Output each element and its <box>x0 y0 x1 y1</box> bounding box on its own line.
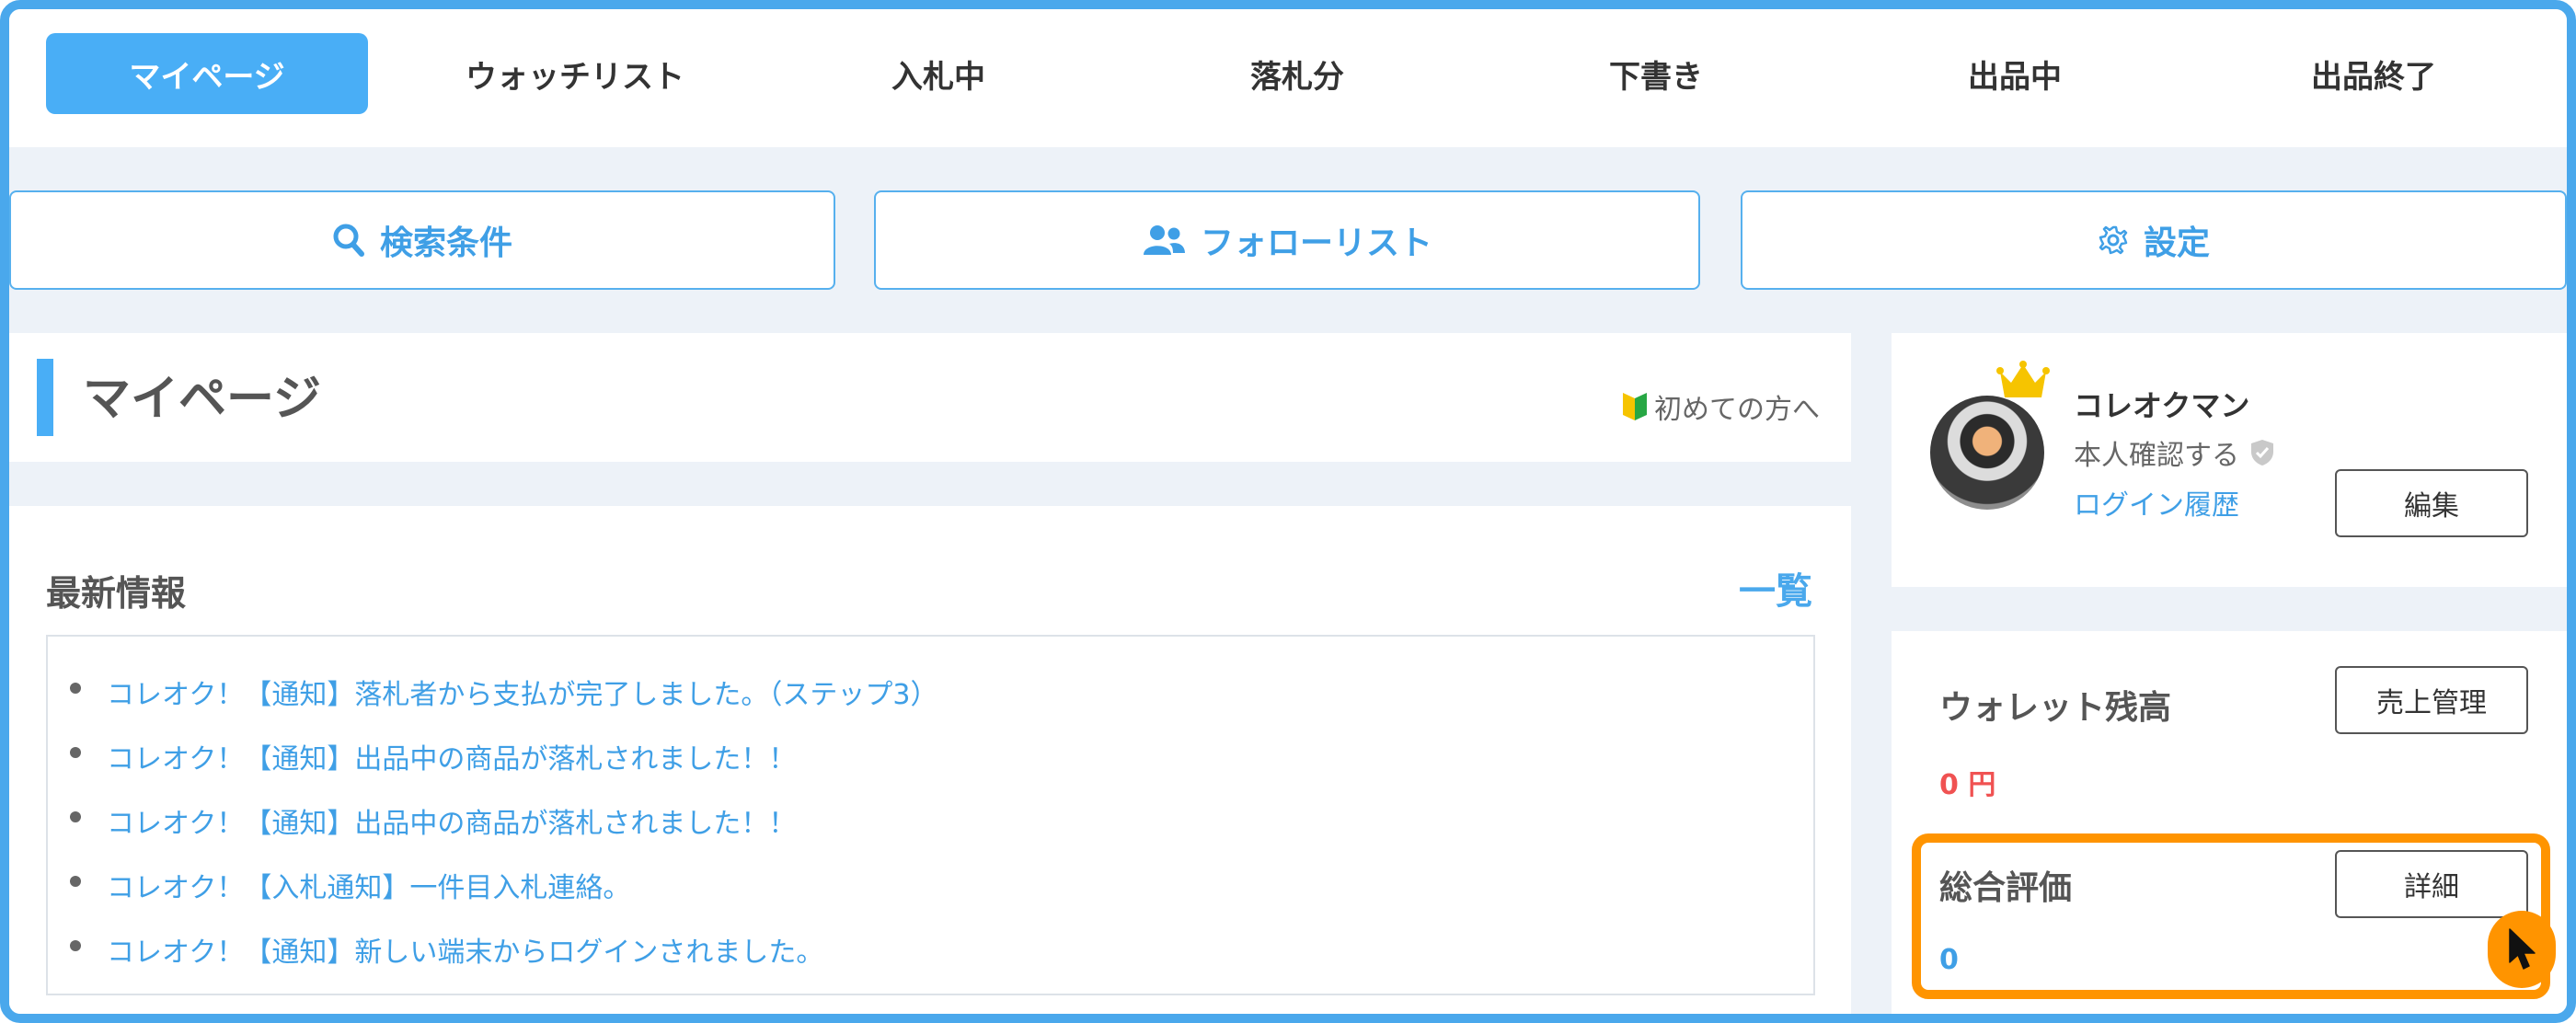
users-icon <box>1143 225 1185 255</box>
edit-profile-button[interactable]: 編集 <box>2335 469 2528 537</box>
username: コレオクマン <box>2074 388 2250 423</box>
rating-highlight-box <box>1912 833 2550 999</box>
gear-icon <box>2099 225 2128 255</box>
login-history-link[interactable]: ログイン履歴 <box>2074 482 2239 523</box>
search-icon <box>333 224 364 257</box>
beginner-mark-icon <box>1623 393 1647 420</box>
news-item[interactable]: コレオク！【入札通知】一件目入札連絡。 <box>70 865 631 905</box>
beginner-link[interactable]: 初めての方へ <box>1621 386 1820 427</box>
search-conditions-label: 検索条件 <box>379 224 512 262</box>
wallet-balance: 0 円 <box>1939 769 1996 801</box>
tab-drafts[interactable]: 下書き <box>1481 33 1831 114</box>
tab-ended[interactable]: 出品終了 <box>2199 33 2548 114</box>
sales-management-button[interactable]: 売上管理 <box>2335 666 2528 734</box>
verify-label: 本人確認する <box>2074 440 2239 472</box>
news-item[interactable]: コレオク！【通知】新しい端末からログインされました。 <box>70 929 824 970</box>
search-conditions-button[interactable]: 検索条件 <box>9 190 835 290</box>
tab-listing[interactable]: 出品中 <box>1840 33 2190 114</box>
app-frame: マイページ ウォッチリスト 入札中 落札分 下書き 出品中 出品終了 検索条件 … <box>0 0 2576 1023</box>
follow-list-button[interactable]: フォローリスト <box>874 190 1700 290</box>
news-item[interactable]: コレオク！【通知】落札者から支払が完了しました。（ステップ3） <box>70 672 938 712</box>
news-item-label: コレオク！【通知】新しい端末からログインされました。 <box>107 937 824 969</box>
news-title: 最新情報 <box>46 573 187 614</box>
news-item-label: コレオク！【通知】出品中の商品が落札されました！！ <box>107 808 797 840</box>
news-list: コレオク！【通知】落札者から支払が完了しました。（ステップ3） コレオク！【通知… <box>46 635 1815 995</box>
news-item[interactable]: コレオク！【通知】出品中の商品が落札されました！！ <box>70 800 797 841</box>
verify-link[interactable]: 本人確認する <box>2074 432 2274 473</box>
news-item-label: コレオク！【通知】出品中の商品が落札されました！！ <box>107 743 797 776</box>
tab-watchlist[interactable]: ウォッチリスト <box>396 33 754 114</box>
news-item-label: コレオク！【入札通知】一件目入札連絡。 <box>107 872 631 904</box>
avatar[interactable] <box>1930 396 2044 510</box>
shield-check-icon <box>2251 440 2273 466</box>
cursor-icon <box>2509 928 2536 970</box>
settings-button[interactable]: 設定 <box>1741 190 2567 290</box>
news-all-link[interactable]: 一覧 <box>1739 561 1812 615</box>
title-accent-bar <box>37 359 53 436</box>
news-item[interactable]: コレオク！【通知】出品中の商品が落札されました！！ <box>70 736 797 776</box>
bullet <box>70 811 81 822</box>
news-item-label: コレオク！【通知】落札者から支払が完了しました。（ステップ3） <box>107 679 938 711</box>
cursor-badge <box>2488 911 2556 988</box>
bullet <box>70 683 81 694</box>
top-nav: マイページ ウォッチリスト 入札中 落札分 下書き 出品中 出品終了 <box>9 9 2567 147</box>
tab-mypage[interactable]: マイページ <box>46 33 368 114</box>
bullet <box>70 876 81 887</box>
tab-won[interactable]: 落札分 <box>1122 33 1472 114</box>
bullet <box>70 747 81 758</box>
bullet <box>70 940 81 951</box>
crown-icon <box>1996 361 2050 397</box>
page-title: マイページ <box>83 372 321 427</box>
beginner-link-label: 初めての方へ <box>1654 394 1820 426</box>
wallet-label: ウォレット残高 <box>1939 689 2172 727</box>
tab-bidding[interactable]: 入札中 <box>764 33 1113 114</box>
follow-list-label: フォローリスト <box>1200 224 1432 262</box>
settings-label: 設定 <box>2143 224 2210 262</box>
